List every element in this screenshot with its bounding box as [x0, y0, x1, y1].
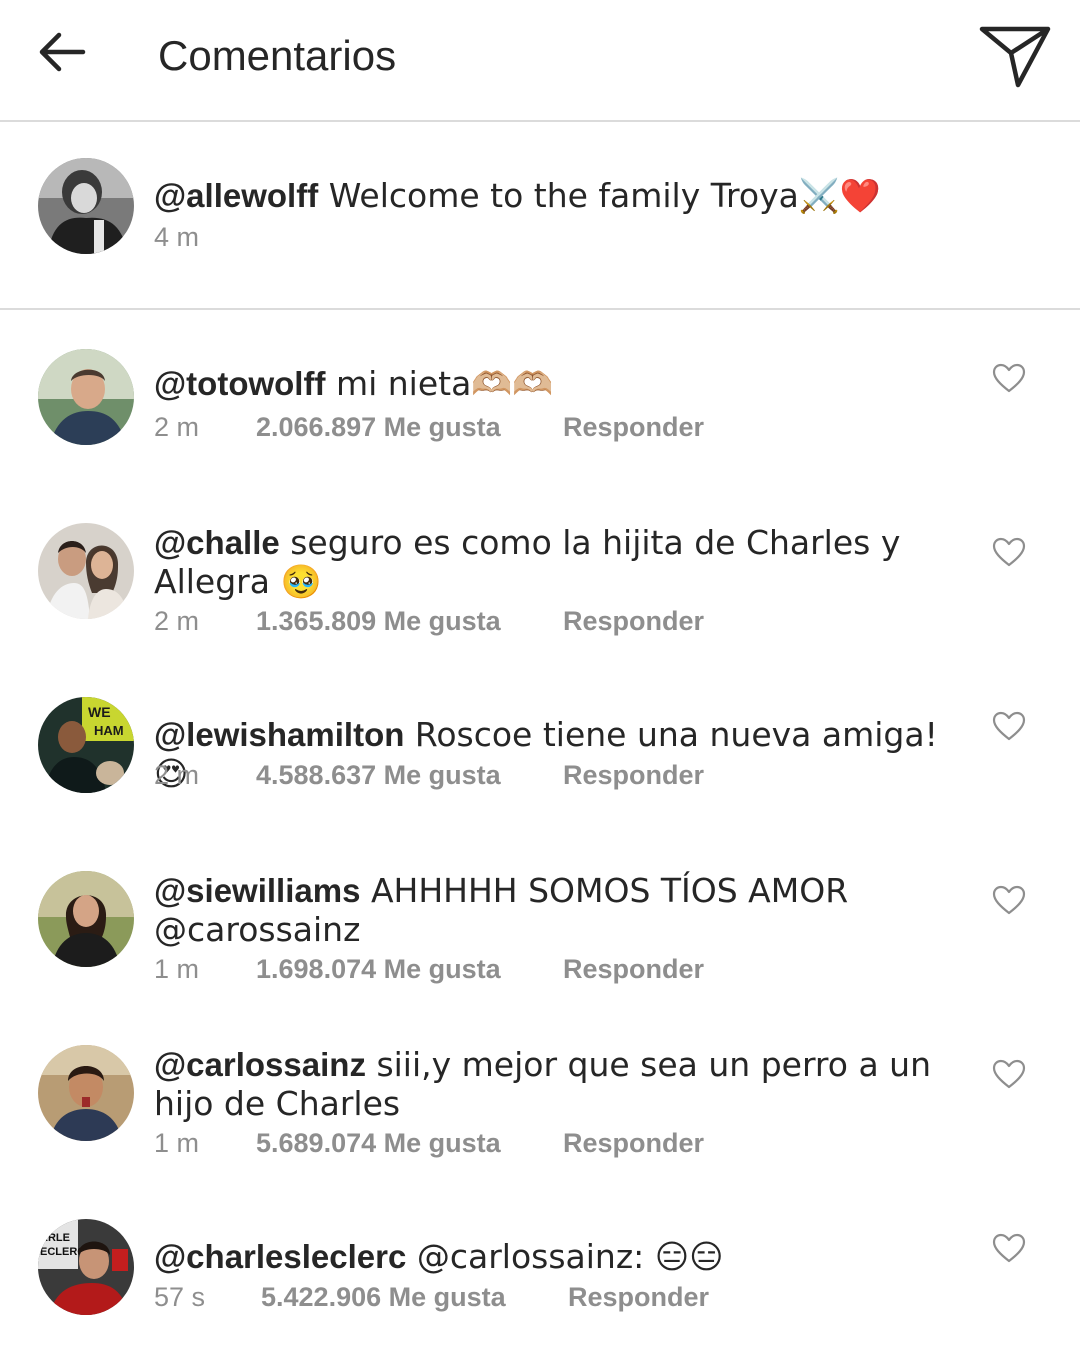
reply-button[interactable]: Responder — [563, 603, 704, 639]
comment-text: @siewilliams AHHHHH SOMOS TÍOS AMOR @car… — [154, 871, 944, 949]
svg-text:WE: WE — [88, 704, 111, 720]
likes-count[interactable]: 5.422.906 Me gusta — [261, 1279, 568, 1315]
comment-username[interactable]: @siewilliams — [154, 872, 360, 909]
svg-text:HAM: HAM — [94, 723, 124, 738]
like-button[interactable] — [988, 1229, 1030, 1271]
comment-text: @totowolff mi nieta🫶🏼🫶🏼 — [154, 364, 944, 403]
like-button[interactable] — [988, 707, 1030, 749]
heart-icon — [992, 711, 1026, 746]
share-button[interactable] — [972, 20, 1058, 96]
likes-count[interactable]: 5.689.074 Me gusta — [256, 1125, 563, 1161]
likes-count[interactable]: 1.365.809 Me gusta — [256, 603, 563, 639]
heart-icon — [992, 1233, 1026, 1268]
heart-icon — [992, 885, 1026, 920]
comment-username[interactable]: @charlesleclerc — [154, 1238, 406, 1275]
avatar[interactable]: WE HAM — [38, 697, 134, 793]
comment-text: @challe seguro es como la hijita de Char… — [154, 523, 944, 601]
comment-meta: 1 m 5.689.074 Me gusta Responder — [154, 1125, 704, 1161]
heart-icon — [992, 1059, 1026, 1094]
avatar[interactable] — [38, 871, 134, 967]
reply-button[interactable]: Responder — [563, 757, 704, 793]
comment-meta: 2 m 2.066.897 Me gusta Responder — [154, 409, 704, 445]
comment-meta: 2 m 4.588.637 Me gusta Responder — [154, 757, 704, 793]
like-button[interactable] — [988, 533, 1030, 575]
comment-meta: 57 s 5.422.906 Me gusta Responder — [154, 1279, 709, 1315]
post-caption: @allewolff Welcome to the family Troya⚔️… — [0, 122, 1080, 310]
heart-icon — [992, 363, 1026, 398]
avatar[interactable] — [38, 1045, 134, 1141]
likes-count[interactable]: 1.698.074 Me gusta — [256, 951, 563, 987]
page-title: Comentarios — [158, 32, 397, 79]
like-button[interactable] — [988, 1055, 1030, 1097]
comment-time: 2 m — [154, 412, 200, 442]
likes-count[interactable]: 2.066.897 Me gusta — [256, 409, 563, 445]
like-button[interactable] — [988, 359, 1030, 401]
comment-username[interactable]: @challe — [154, 524, 280, 561]
caption-body: Welcome to the family Troya⚔️❤️ — [318, 176, 882, 215]
comment-username[interactable]: @totowolff — [154, 365, 325, 402]
svg-text:ARLE: ARLE — [40, 1232, 70, 1244]
caption-text: @allewolff Welcome to the family Troya⚔️… — [154, 176, 944, 215]
comment-meta: 2 m 1.365.809 Me gusta Responder — [154, 603, 704, 639]
comment-body: mi nieta🫶🏼🫶🏼 — [325, 364, 554, 403]
reply-button[interactable]: Responder — [563, 951, 704, 987]
comment-username[interactable]: @carlossainz — [154, 1046, 366, 1083]
comment-time: 2 m — [154, 606, 200, 636]
likes-count[interactable]: 4.588.637 Me gusta — [256, 757, 563, 793]
paper-plane-icon — [978, 23, 1052, 94]
caption-meta: 4 m — [154, 219, 256, 255]
back-button[interactable] — [30, 22, 94, 86]
avatar[interactable] — [38, 523, 134, 619]
avatar[interactable] — [38, 349, 134, 445]
comment-username[interactable]: @lewishamilton — [154, 716, 404, 753]
comment-time: 1 m — [154, 954, 200, 984]
comment-time: 2 m — [154, 760, 200, 790]
comment-body: @carlossainz: 😑😑 — [406, 1237, 724, 1276]
reply-button[interactable]: Responder — [563, 1125, 704, 1161]
reply-button[interactable]: Responder — [568, 1279, 709, 1315]
heart-icon — [992, 537, 1026, 572]
comment-text: @carlossainz siii,y mejor que sea un per… — [154, 1045, 944, 1123]
header-bar: Comentarios — [0, 0, 1080, 122]
avatar[interactable] — [38, 158, 134, 254]
avatar[interactable]: ARLE ECLERC — [38, 1219, 134, 1315]
comment-meta: 1 m 1.698.074 Me gusta Responder — [154, 951, 704, 987]
arrow-left-icon — [37, 30, 87, 79]
caption-time: 4 m — [154, 222, 200, 252]
comment-text: @charlesleclerc @carlossainz: 😑😑 — [154, 1237, 944, 1276]
reply-button[interactable]: Responder — [563, 409, 704, 445]
comment-time: 57 s — [154, 1282, 206, 1312]
like-button[interactable] — [988, 881, 1030, 923]
comment-time: 1 m — [154, 1128, 200, 1158]
caption-username[interactable]: @allewolff — [154, 177, 318, 214]
